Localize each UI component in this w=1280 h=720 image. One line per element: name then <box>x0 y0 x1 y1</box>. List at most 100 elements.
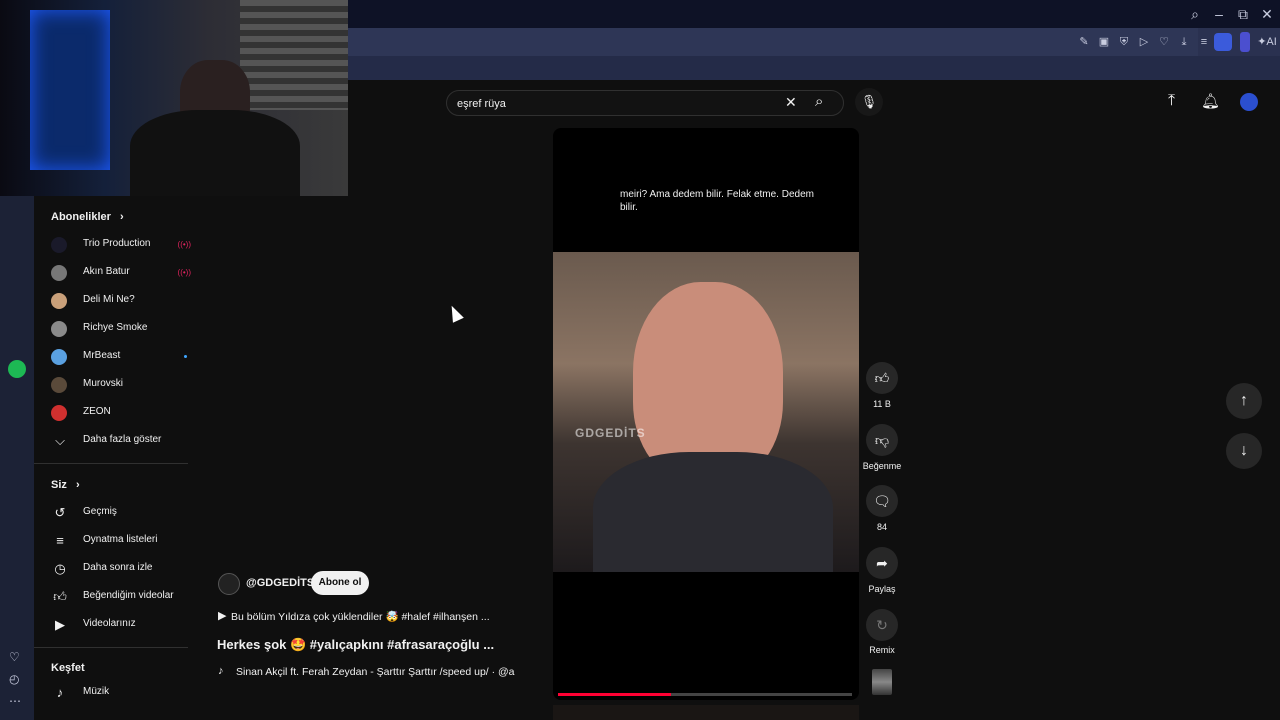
your-videos-icon: ▶ <box>55 617 65 632</box>
dislike-button[interactable]: 👎︎ <box>866 424 898 456</box>
sidebar-item-murovski[interactable]: Murovski <box>51 373 191 397</box>
sidebar-item-history[interactable]: ↺ Geçmiş <box>51 501 191 525</box>
upload-icon[interactable]: ⤒ <box>1168 92 1175 110</box>
sidebar-item-akin-batur[interactable]: Akın Batur ((•)) <box>51 261 191 285</box>
playlist-icon: ≡ <box>56 533 64 548</box>
browser-search-icon[interactable]: ⌕ <box>1185 4 1205 24</box>
play-icon[interactable]: ▷ <box>1136 34 1152 50</box>
thumbs-up-icon: 👍︎ <box>874 370 890 386</box>
search-icon[interactable]: ⌕ <box>815 93 823 110</box>
explore-heading: Keşfet <box>51 662 85 674</box>
sidebar-toggle-icon[interactable] <box>1240 32 1250 52</box>
sidebar-item-richye-smoke[interactable]: Richye Smoke <box>51 317 191 341</box>
remix-label: Remix <box>869 645 895 655</box>
you-heading[interactable]: Siz › <box>51 479 80 491</box>
avatar <box>51 265 67 281</box>
next-video-preview[interactable] <box>553 705 859 720</box>
minimize-icon[interactable]: – <box>1209 4 1229 24</box>
sidebar-item-zeon[interactable]: ZEON <box>51 401 191 425</box>
sidebar-item-deli-mi-ne[interactable]: Deli Mi Ne? <box>51 289 191 313</box>
video-title[interactable]: Herkes şok 🤩 #yalıçapkını #afrasaraçoğlu… <box>217 637 494 653</box>
url-field[interactable] <box>348 28 1198 56</box>
video-progress-bar[interactable] <box>558 693 852 696</box>
camera-icon[interactable]: ▣ <box>1096 34 1112 50</box>
live-icon: ((•)) <box>177 240 191 249</box>
more-dots-icon[interactable]: ⋯ <box>9 694 21 708</box>
previous-short-button[interactable]: ↑ <box>1226 383 1262 419</box>
like-button[interactable]: 👍︎ <box>866 362 898 394</box>
channel-avatar[interactable] <box>218 573 240 595</box>
sidebar-item-mrbeast[interactable]: MrBeast <box>51 345 191 369</box>
history-clock-icon[interactable]: ◴ <box>9 672 19 686</box>
voice-search-icon[interactable]: 🎙︎ <box>855 88 883 116</box>
comment-count: 84 <box>876 522 887 532</box>
share-label: Paylaş <box>868 584 896 594</box>
avatar <box>51 349 67 365</box>
video-frame: GDGEDİTS <box>553 252 859 572</box>
channel-name[interactable]: @GDGEDİTS <box>246 577 314 589</box>
close-window-icon[interactable]: ✕ <box>1257 4 1277 24</box>
next-short-button[interactable]: ↓ <box>1226 433 1262 469</box>
explore-title: Keşfet <box>51 662 85 674</box>
subscriptions-heading[interactable]: Abonelikler › <box>51 211 124 223</box>
sidebar-item-label: Geçmiş <box>83 506 117 517</box>
divider <box>34 463 188 464</box>
video-person-suit <box>593 452 833 572</box>
show-more-button[interactable]: ⌵ Daha fazla göster <box>51 429 191 453</box>
download-icon[interactable]: ⤓ <box>1176 34 1192 50</box>
you-title: Siz <box>51 479 67 491</box>
history-icon: ↺ <box>54 505 66 520</box>
share-button[interactable]: ➦ <box>866 547 898 579</box>
chevron-down-icon: ⌵ <box>55 433 65 448</box>
sidebar-item-label: Oynatma listeleri <box>83 534 158 545</box>
subscription-label: Deli Mi Ne? <box>83 294 135 305</box>
video-progress-fill <box>558 693 672 696</box>
favorites-heart-icon[interactable]: ♡ <box>9 650 20 664</box>
avatar <box>51 293 67 309</box>
live-icon: ((•)) <box>177 268 191 277</box>
remix-button[interactable]: ↻ <box>866 609 898 641</box>
watch-later-icon: ◷ <box>54 561 66 576</box>
sidebar-item-playlists[interactable]: ≡ Oynatma listeleri <box>51 529 191 553</box>
sidebar-item-your-videos[interactable]: ▶ Videolarınız <box>51 613 191 637</box>
clear-search-icon[interactable]: ✕ <box>785 94 797 111</box>
subscription-label: Akın Batur <box>83 266 130 277</box>
sidebar-item-label: Daha sonra izle <box>83 562 153 573</box>
sidebar-item-watch-later[interactable]: ◷ Daha sonra izle <box>51 557 191 581</box>
search-input[interactable] <box>457 96 777 112</box>
pinned-description[interactable]: Bu bölüm Yıldıza çok yüklendiler 🤯 #hale… <box>231 610 490 623</box>
play-pinned-icon: ▶ <box>218 610 227 622</box>
sound-thumbnail[interactable] <box>872 669 892 695</box>
sidebar-item-label: Müzik <box>83 686 110 697</box>
music-icon: ♪ <box>56 685 64 700</box>
sidebar: Abonelikler › Trio Production ((•)) Akın… <box>34 196 194 720</box>
subscribe-button[interactable]: Abone ol <box>311 571 369 595</box>
webcam-overlay <box>0 0 348 196</box>
like-count: 11 B <box>873 399 891 409</box>
spotify-icon[interactable] <box>8 360 26 378</box>
video-watermark: GDGEDİTS <box>575 426 646 440</box>
heart-icon[interactable]: ♡ <box>1156 34 1172 50</box>
edit-icon[interactable]: ✎ <box>1076 34 1092 50</box>
subscription-label: Trio Production <box>83 238 151 249</box>
extension-avatar-icon[interactable] <box>1214 33 1232 51</box>
notifications-bell-icon[interactable]: 🔔︎ <box>1201 92 1220 110</box>
comments-button[interactable]: 🗨︎ <box>866 485 898 517</box>
ai-icon[interactable]: ✦AI <box>1256 34 1278 50</box>
sidebar-item-music[interactable]: ♪ Müzik <box>51 681 191 705</box>
share-icon: ➦ <box>876 555 888 571</box>
restore-icon[interactable]: ⧉ <box>1233 4 1253 24</box>
music-info[interactable]: Sinan Akçil ft. Ferah Zeydan - Şarttır Ş… <box>236 666 515 678</box>
thumbs-down-icon: 👎︎ <box>874 432 890 448</box>
sidebar-item-liked-videos[interactable]: 👍︎ Beğendiğim videolar <box>51 585 191 609</box>
sidebar-item-label: Videolarınız <box>83 618 136 629</box>
sidebar-item-label: Beğendiğim videolar <box>83 590 174 601</box>
sidebar-item-trio-production[interactable]: Trio Production ((•)) <box>51 233 191 257</box>
shield-icon[interactable]: ⛨ <box>1116 34 1132 50</box>
subscription-label: MrBeast <box>83 350 121 361</box>
avatar <box>51 405 67 421</box>
search-bar: ✕ ⌕ <box>446 90 844 116</box>
menu-icon[interactable]: ≡ <box>1196 34 1212 50</box>
user-avatar[interactable] <box>1240 93 1258 111</box>
comment-icon: 🗨︎ <box>873 493 891 509</box>
